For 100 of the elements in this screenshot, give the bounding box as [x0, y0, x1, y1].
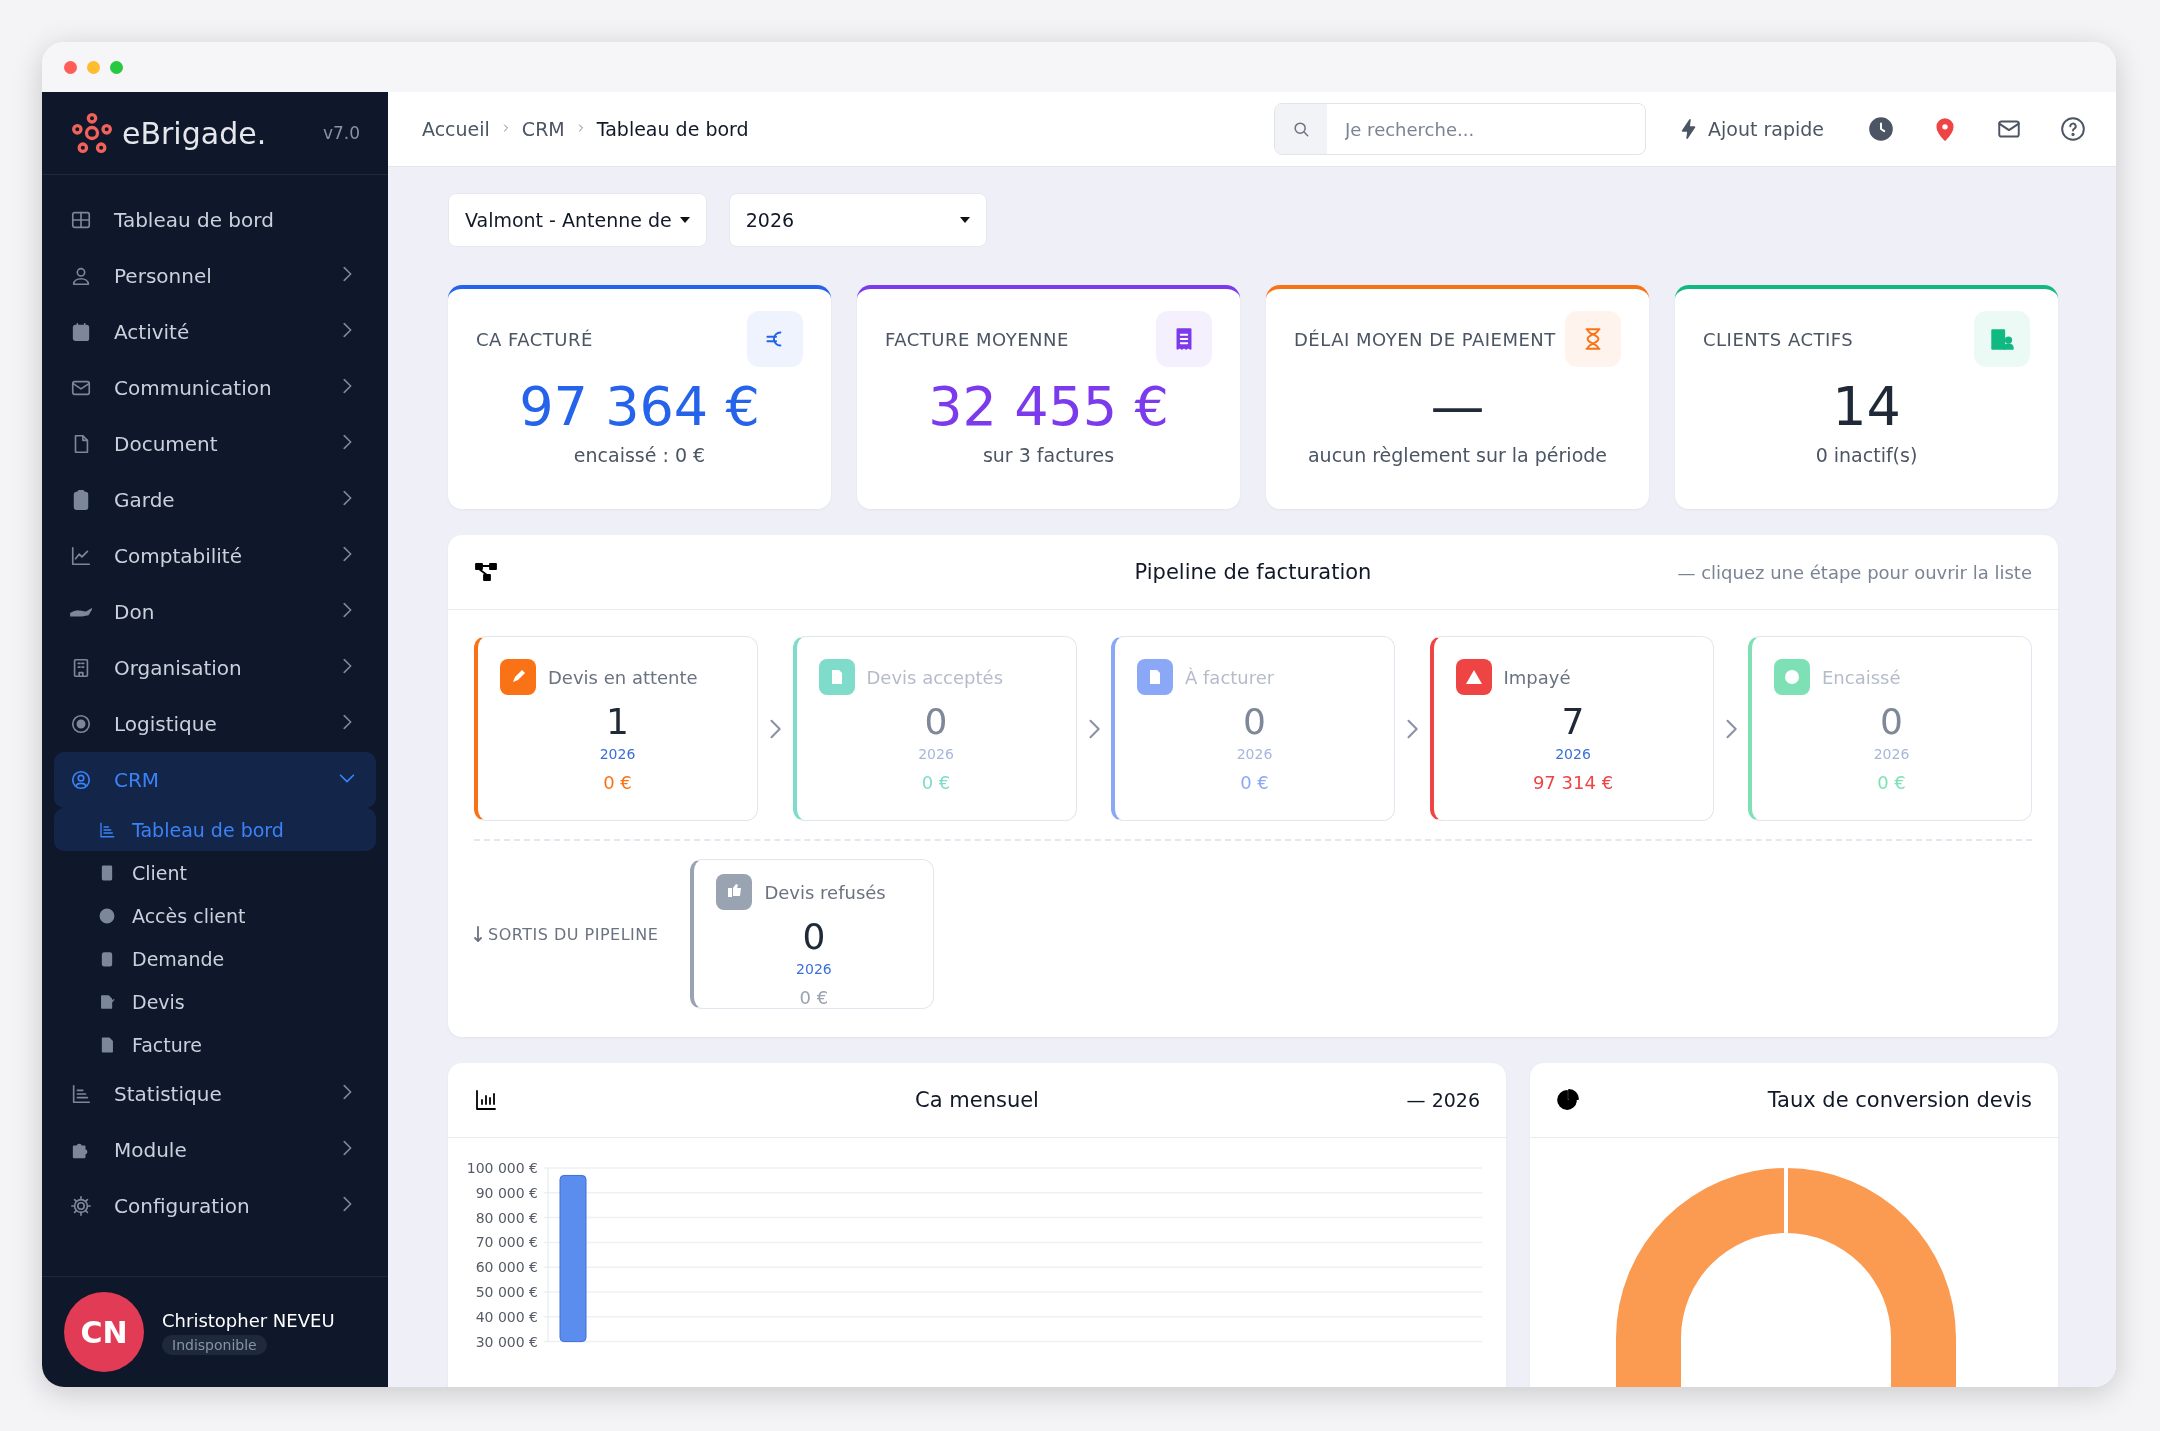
- panel-title: Pipeline de facturation: [1134, 560, 1372, 584]
- user-name: Christopher NEVEU: [162, 1309, 335, 1331]
- dropdown[interactable]: Valmont - Antenne de: [448, 193, 707, 247]
- axis-label: 30 000 €: [475, 1333, 538, 1350]
- nav-item[interactable]: Don: [54, 584, 376, 640]
- stat-caption: 0 inactif(s): [1815, 444, 1918, 466]
- user-status: Indisponible: [162, 1334, 267, 1355]
- nav-subitem[interactable]: Tableau de bord: [54, 808, 376, 851]
- stat-value: —: [1430, 375, 1485, 438]
- nav-subitem[interactable]: Demande: [54, 937, 376, 980]
- section-label: SORTIS DU PIPELINE: [474, 924, 659, 944]
- stage-card[interactable]: À facturer 0 2026 0 €: [1111, 636, 1395, 821]
- stage-label: Encaissé: [1822, 666, 1901, 688]
- breadcrumb-link[interactable]: CRM: [521, 118, 565, 140]
- stage-card[interactable]: Devis acceptés 0 2026 0 €: [792, 636, 1077, 821]
- arrow-down-icon: [474, 926, 482, 942]
- stat-title: FACTURE MOYENNE: [885, 328, 1069, 350]
- stage-amount: 0 €: [1240, 772, 1269, 793]
- person-icon: [70, 265, 92, 287]
- stage-label: Devis refusés: [764, 881, 886, 903]
- stat-caption: sur 3 factures: [982, 444, 1115, 466]
- line-chart-icon: [70, 545, 92, 567]
- zoom-dot[interactable]: [110, 60, 123, 74]
- axis-label: 60 000 €: [475, 1259, 538, 1276]
- calendar-icon: [70, 321, 92, 343]
- logo-text: eBrigade.: [122, 115, 267, 151]
- axis-label: 100 000 €: [466, 1160, 538, 1176]
- stat-caption: aucun règlement sur la période: [1307, 444, 1608, 466]
- stage-amount: 0 €: [799, 987, 829, 1008]
- nav-subitem[interactable]: Client: [54, 851, 376, 894]
- axis-label: 90 000 €: [475, 1184, 538, 1201]
- stage-amount: 0 €: [1877, 772, 1906, 793]
- pie-chart-icon: [1556, 1088, 1580, 1112]
- stage-year: 2026: [599, 746, 636, 762]
- stage-label: À facturer: [1185, 666, 1275, 688]
- stage-card[interactable]: Impayé 7 2026 97 314 €: [1429, 636, 1714, 821]
- nav-item[interactable]: Activité: [54, 304, 376, 360]
- nav-item[interactable]: Statistique: [54, 1066, 376, 1122]
- panel-title: Taux de conversion devis: [1767, 1088, 2032, 1112]
- nav-item[interactable]: Garde: [54, 472, 376, 528]
- nav-item[interactable]: Organisation: [54, 640, 376, 696]
- stage-year: 2026: [918, 746, 954, 762]
- stage-label: Devis acceptés: [866, 666, 1004, 688]
- stage-card[interactable]: Encaissé 0 2026 0 €: [1748, 636, 2032, 821]
- stat-caption: encaissé : 0 €: [573, 444, 706, 466]
- grid-icon: [70, 209, 92, 231]
- stat-title: CA FACTURÉ: [476, 328, 593, 350]
- stat-title: CLIENTS ACTIFS: [1703, 328, 1854, 350]
- clock-icon: [1868, 116, 1894, 142]
- gear-icon: [70, 1195, 92, 1217]
- stage-year: 2026: [1873, 746, 1910, 762]
- stage-count: 0: [1243, 701, 1266, 742]
- user-avatar[interactable]: CN: [64, 1292, 144, 1372]
- stat-value: 97 364 €: [519, 375, 760, 438]
- axis-label: 70 000 €: [475, 1234, 538, 1251]
- stage-label: Devis en attente: [548, 666, 698, 688]
- nav-subitem[interactable]: Facture: [54, 1023, 376, 1066]
- bar-chart-icon: [98, 820, 116, 839]
- search-icon: [1291, 119, 1311, 139]
- close-dot[interactable]: [64, 60, 77, 74]
- user-circle-icon: [70, 769, 92, 791]
- nav-item[interactable]: Communication: [54, 360, 376, 416]
- stage-card[interactable]: Devis en attente 1 2026 0 €: [474, 636, 758, 821]
- nav-item[interactable]: Logistique: [54, 696, 376, 752]
- stage-count: 0: [802, 916, 826, 957]
- minimize-dot[interactable]: [87, 60, 100, 74]
- stage-year: 2026: [1555, 746, 1591, 762]
- stage-label: Impayé: [1503, 666, 1571, 688]
- nav-item[interactable]: Tableau de bord: [54, 192, 376, 248]
- breadcrumb-link[interactable]: Accueil: [422, 118, 490, 140]
- axis-label: 50 000 €: [475, 1284, 538, 1300]
- stat-value: 14: [1832, 375, 1901, 438]
- panel-title: Ca mensuel: [915, 1088, 1039, 1112]
- nav-subitem[interactable]: Devis: [54, 980, 376, 1023]
- bar-chart-icon: [70, 1083, 92, 1105]
- nav-item[interactable]: Configuration: [54, 1178, 376, 1234]
- flow-icon: [474, 560, 498, 584]
- nav-item[interactable]: Personnel: [54, 248, 376, 304]
- stage-count: 7: [1561, 701, 1585, 742]
- stage-year: 2026: [1236, 746, 1273, 762]
- stage-card[interactable]: Devis refusés 0 2026 0 €: [690, 859, 935, 1009]
- stat-title: DÉLAI MOYEN DE PAIEMENT: [1294, 328, 1556, 350]
- dropdown[interactable]: 2026: [728, 193, 987, 247]
- nav-item[interactable]: Document: [54, 416, 376, 472]
- stage-amount: 0 €: [603, 772, 632, 793]
- period-label: — 2026: [1406, 1089, 1480, 1111]
- axis-label: 80 000 €: [475, 1209, 538, 1226]
- stage-amount: 97 314 €: [1532, 772, 1614, 793]
- axis-label: 40 000 €: [475, 1308, 538, 1325]
- nav-item[interactable]: Module: [54, 1122, 376, 1178]
- nav-subitem[interactable]: Accès client: [54, 894, 376, 937]
- version-label: v7.0: [322, 123, 360, 143]
- help-icon: [2060, 116, 2086, 142]
- stage-year: 2026: [796, 961, 832, 977]
- target-icon: [70, 713, 92, 735]
- quick-add-button[interactable]: Ajout rapide: [1672, 117, 1830, 141]
- nav-item[interactable]: CRM: [54, 752, 376, 808]
- logo-icon: [70, 111, 114, 155]
- nav-item[interactable]: Comptabilité: [54, 528, 376, 584]
- hint-text: — cliquez une étape pour ouvrir la liste: [1677, 561, 2032, 583]
